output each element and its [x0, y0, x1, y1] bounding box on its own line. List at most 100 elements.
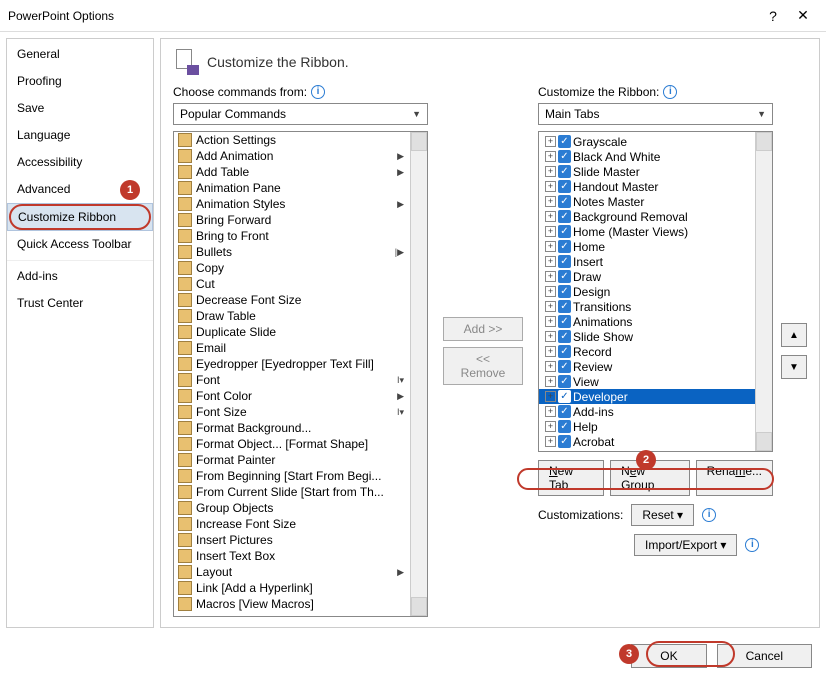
list-item[interactable]: Decrease Font Size — [174, 292, 410, 308]
expand-icon[interactable]: + — [545, 136, 556, 147]
customize-ribbon-combo[interactable]: Main Tabs ▼ — [538, 103, 773, 125]
tree-item-black-and-white[interactable]: +✓Black And White — [539, 149, 755, 164]
list-item[interactable]: Bullets|▶ — [174, 244, 410, 260]
expand-icon[interactable]: + — [545, 436, 556, 447]
tree-item-help[interactable]: +✓Help — [539, 419, 755, 434]
list-item[interactable]: Copy — [174, 260, 410, 276]
tree-item-transitions[interactable]: +✓Transitions — [539, 299, 755, 314]
list-item[interactable]: Increase Font Size — [174, 516, 410, 532]
ok-button[interactable]: OK — [631, 644, 706, 668]
remove-button[interactable]: << Remove — [443, 347, 523, 385]
checkbox[interactable]: ✓ — [558, 255, 571, 268]
checkbox[interactable]: ✓ — [558, 150, 571, 163]
list-item[interactable]: Add Animation▶ — [174, 148, 410, 164]
list-item[interactable]: Email — [174, 340, 410, 356]
help-icon[interactable]: ? — [758, 8, 788, 24]
checkbox[interactable]: ✓ — [558, 165, 571, 178]
tree-item-grayscale[interactable]: +✓Grayscale — [539, 134, 755, 149]
expand-icon[interactable]: + — [545, 421, 556, 432]
checkbox[interactable]: ✓ — [558, 300, 571, 313]
tree-item-notes-master[interactable]: +✓Notes Master — [539, 194, 755, 209]
checkbox[interactable]: ✓ — [558, 240, 571, 253]
expand-icon[interactable]: + — [545, 226, 556, 237]
import-export-button[interactable]: Import/Export ▾ — [634, 534, 737, 556]
checkbox[interactable]: ✓ — [558, 360, 571, 373]
list-item[interactable]: Format Background... — [174, 420, 410, 436]
add-button[interactable]: Add >> — [443, 317, 523, 341]
tree-item-review[interactable]: +✓Review — [539, 359, 755, 374]
scrollbar[interactable] — [410, 132, 427, 616]
checkbox[interactable]: ✓ — [558, 375, 571, 388]
sidebar-item-add-ins[interactable]: Add-ins — [7, 260, 153, 290]
move-up-button[interactable]: ▲ — [781, 323, 807, 347]
sidebar-item-language[interactable]: Language — [7, 122, 153, 149]
checkbox[interactable]: ✓ — [558, 225, 571, 238]
tree-item-home[interactable]: +✓Home — [539, 239, 755, 254]
tree-item-insert[interactable]: +✓Insert — [539, 254, 755, 269]
tree-item-draw[interactable]: +✓Draw — [539, 269, 755, 284]
list-item[interactable]: Bring Forward — [174, 212, 410, 228]
checkbox[interactable]: ✓ — [558, 210, 571, 223]
list-item[interactable]: From Current Slide [Start from Th... — [174, 484, 410, 500]
list-item[interactable]: Insert Pictures — [174, 532, 410, 548]
list-item[interactable]: Add Table▶ — [174, 164, 410, 180]
tabs-tree[interactable]: +✓Grayscale+✓Black And White+✓Slide Mast… — [538, 131, 773, 452]
tree-item-developer[interactable]: +✓Developer — [539, 389, 755, 404]
expand-icon[interactable]: + — [545, 301, 556, 312]
checkbox[interactable]: ✓ — [558, 270, 571, 283]
tree-item-add-ins[interactable]: +✓Add-ins — [539, 404, 755, 419]
list-item[interactable]: Action Settings — [174, 132, 410, 148]
move-down-button[interactable]: ▼ — [781, 355, 807, 379]
sidebar-item-save[interactable]: Save — [7, 95, 153, 122]
new-tab-button[interactable]: New Tab — [538, 460, 604, 496]
list-item[interactable]: Layout▶ — [174, 564, 410, 580]
tree-item-home-(master-views)[interactable]: +✓Home (Master Views) — [539, 224, 755, 239]
expand-icon[interactable]: + — [545, 376, 556, 387]
expand-icon[interactable]: + — [545, 316, 556, 327]
expand-icon[interactable]: + — [545, 166, 556, 177]
expand-icon[interactable]: + — [545, 331, 556, 342]
checkbox[interactable]: ✓ — [558, 315, 571, 328]
choose-commands-combo[interactable]: Popular Commands ▼ — [173, 103, 428, 125]
sidebar-item-proofing[interactable]: Proofing — [7, 68, 153, 95]
close-icon[interactable]: ✕ — [788, 7, 818, 24]
sidebar-item-general[interactable]: General — [7, 41, 153, 68]
list-item[interactable]: Font SizeI▾ — [174, 404, 410, 420]
info-icon[interactable]: i — [663, 85, 677, 99]
tree-item-view[interactable]: +✓View — [539, 374, 755, 389]
expand-icon[interactable]: + — [545, 181, 556, 192]
checkbox[interactable]: ✓ — [558, 435, 571, 448]
info-icon[interactable]: i — [702, 508, 716, 522]
commands-listbox[interactable]: Action SettingsAdd Animation▶Add Table▶ A… — [173, 131, 428, 617]
list-item[interactable]: From Beginning [Start From Begi... — [174, 468, 410, 484]
tree-item-acrobat[interactable]: +✓Acrobat — [539, 434, 755, 449]
list-item[interactable]: Draw Table — [174, 308, 410, 324]
sidebar-item-trust-center[interactable]: Trust Center — [7, 290, 153, 317]
tree-item-background-removal[interactable]: +✓Background Removal — [539, 209, 755, 224]
list-item[interactable]: Insert Text Box — [174, 548, 410, 564]
list-item[interactable]: Animation Styles▶ — [174, 196, 410, 212]
list-item[interactable]: Font Color▶ — [174, 388, 410, 404]
expand-icon[interactable]: + — [545, 271, 556, 282]
checkbox[interactable]: ✓ — [558, 135, 571, 148]
expand-icon[interactable]: + — [545, 346, 556, 357]
list-item[interactable]: Macros [View Macros] — [174, 596, 410, 612]
sidebar-item-accessibility[interactable]: Accessibility — [7, 149, 153, 176]
checkbox[interactable]: ✓ — [558, 195, 571, 208]
list-item[interactable]: FontI▾ — [174, 372, 410, 388]
checkbox[interactable]: ✓ — [558, 330, 571, 343]
checkbox[interactable]: ✓ — [558, 405, 571, 418]
checkbox[interactable]: ✓ — [558, 420, 571, 433]
rename-button[interactable]: Rename... — [696, 460, 773, 496]
list-item[interactable]: Group Objects — [174, 500, 410, 516]
list-item[interactable]: Link [Add a Hyperlink] — [174, 580, 410, 596]
expand-icon[interactable]: + — [545, 286, 556, 297]
tree-item-slide-show[interactable]: +✓Slide Show — [539, 329, 755, 344]
list-item[interactable]: Format Painter — [174, 452, 410, 468]
checkbox[interactable]: ✓ — [558, 285, 571, 298]
sidebar-item-customize-ribbon[interactable]: Customize Ribbon — [7, 203, 153, 231]
expand-icon[interactable]: + — [545, 361, 556, 372]
expand-icon[interactable]: + — [545, 391, 556, 402]
tree-item-handout-master[interactable]: +✓Handout Master — [539, 179, 755, 194]
expand-icon[interactable]: + — [545, 406, 556, 417]
